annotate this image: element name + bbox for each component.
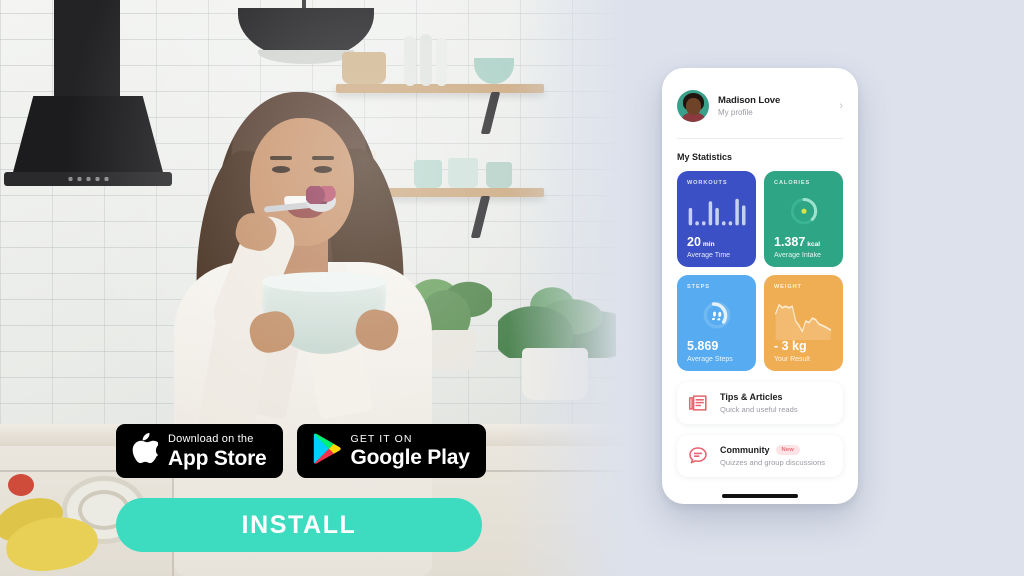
list-item-tips-articles-subtitle: Quick and useful reads: [720, 405, 798, 414]
shelf-plate: [436, 38, 447, 86]
woman-eyebrow-left: [270, 156, 292, 160]
stat-card-calories-value: 1.387 kcal: [774, 235, 821, 250]
apple-icon: [132, 433, 160, 469]
steps-ring-chart: [687, 290, 747, 340]
list-item-community-subtitle: Quizzes and group discussions: [720, 458, 826, 467]
list-item-community[interactable]: Community New Quizzes and group discussi…: [677, 435, 843, 477]
article-icon: [687, 392, 709, 414]
calories-ring-chart: [774, 186, 834, 236]
status-badge-new: New: [775, 445, 801, 455]
chevron-right-icon[interactable]: ›: [839, 100, 843, 112]
shelf-plate: [404, 36, 416, 86]
stat-card-calories-unit: kcal: [807, 241, 821, 249]
range-hood-stack: [54, 0, 120, 100]
hero-photo-kitchen: [0, 0, 628, 576]
stat-card-weight-sub: Your Result: [774, 356, 810, 363]
shelf-plate: [420, 34, 432, 86]
stat-card-workouts-unit: min: [702, 241, 715, 249]
install-button[interactable]: INSTALL: [116, 498, 482, 552]
profile-divider: [677, 138, 843, 139]
app-store-badge-main-text: App Store: [168, 446, 267, 470]
section-title-statistics: My Statistics: [677, 152, 733, 162]
weight-line-chart: [774, 290, 834, 341]
woman-eye-right: [314, 166, 332, 173]
stat-card-weight[interactable]: WEIGHT - 3 kg Your Result: [764, 275, 843, 371]
stat-card-workouts-value: 20 min: [687, 235, 715, 250]
range-hood-vents: [66, 176, 110, 182]
avatar: [677, 90, 709, 122]
statistics-grid: WORKOUTS 20 min Average Time CALORIES 1.…: [677, 171, 843, 371]
app-store-badge[interactable]: Download on the App Store: [116, 424, 283, 478]
profile-row[interactable]: Madison Love My profile ›: [677, 90, 843, 138]
home-indicator: [722, 494, 798, 498]
cereal-bowl-rim: [262, 272, 386, 292]
counter-tomato: [8, 474, 34, 496]
berries-on-spoon: [306, 186, 338, 204]
woman-eye-left: [272, 166, 290, 173]
stat-card-calories-sub: Average Intake: [774, 252, 821, 259]
list-item-tips-articles-title: Tips & Articles: [720, 392, 783, 402]
shelf-basket: [342, 52, 386, 84]
stat-card-steps[interactable]: STEPS 5.869 Average Steps: [677, 275, 756, 371]
photo-right-fade: [508, 0, 628, 576]
chat-bubble-icon: [687, 445, 709, 467]
shelf-cup: [448, 158, 478, 188]
stat-card-steps-sub: Average Steps: [687, 356, 733, 363]
stat-card-steps-value: 5.869: [687, 339, 719, 354]
shelf-cup: [414, 160, 442, 188]
profile-name: Madison Love: [718, 95, 781, 106]
google-play-badge-top-text: GET IT ON: [350, 432, 413, 445]
app-store-badge-top-text: Download on the: [168, 432, 254, 445]
google-play-badge-main-text: Google Play: [350, 446, 470, 470]
phone-mockup: Madison Love My profile › My Statistics …: [662, 68, 858, 504]
stat-card-calories[interactable]: CALORIES 1.387 kcal Average Intake: [764, 171, 843, 267]
woman-eyebrow-right: [312, 156, 334, 160]
stat-card-workouts[interactable]: WORKOUTS 20 min Average Time: [677, 171, 756, 267]
list-item-community-title: Community: [720, 445, 770, 455]
potted-plant-pot: [430, 330, 476, 370]
store-badges: Download on the App Store GET IT ON Goog…: [116, 424, 486, 478]
google-play-badge[interactable]: GET IT ON Google Play: [296, 424, 486, 478]
stat-card-workouts-sub: Average Time: [687, 252, 731, 259]
profile-subtitle: My profile: [718, 108, 753, 117]
avatar-face: [686, 98, 701, 115]
list-item-tips-articles[interactable]: Tips & Articles Quick and useful reads: [677, 382, 843, 424]
footprints-icon: [711, 311, 722, 321]
workouts-bar-chart: [687, 186, 747, 236]
stat-card-weight-value: - 3 kg: [774, 339, 807, 354]
range-hood: [12, 96, 164, 176]
google-play-icon: [313, 433, 341, 469]
